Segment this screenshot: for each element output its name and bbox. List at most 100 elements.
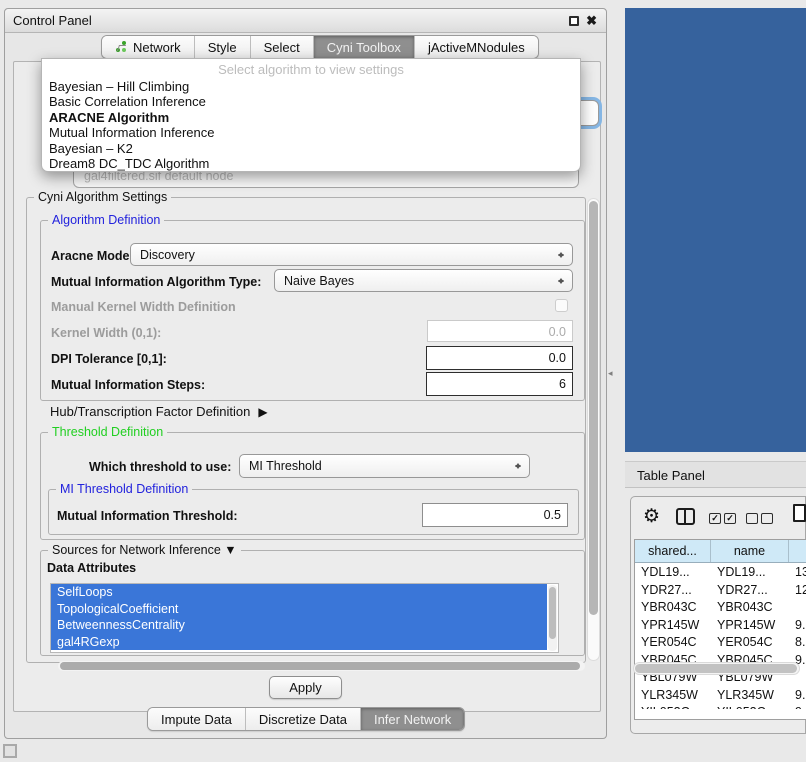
dpi-tolerance-field[interactable]: 0.0 — [426, 346, 573, 370]
column-header[interactable]: name — [711, 540, 789, 562]
unchecked-checkbox-icon[interactable] — [746, 513, 758, 524]
table-row[interactable]: YPR145WYPR145W9. — [635, 616, 806, 634]
control-panel-tab-bar: Network StyleSelectCyni ToolboxjActiveMNo… — [101, 35, 539, 59]
scrollbar-thumb[interactable] — [60, 662, 580, 670]
columns-icon[interactable] — [676, 508, 695, 525]
table-cell: YBR043C — [635, 598, 711, 616]
network-frame: GALGAL80GAL10GAL1GAL11SWI4GAL4GCY1HAP4YH… — [625, 8, 806, 452]
mi-threshold-label: Mutual Information Threshold: — [57, 509, 238, 523]
table-horizontal-scrollbar[interactable] — [633, 662, 800, 675]
threshold-definition-title: Threshold Definition — [48, 425, 167, 439]
document-icon[interactable] — [793, 504, 806, 522]
column-header[interactable]: shared... — [635, 540, 711, 562]
list-scrollbar[interactable] — [548, 585, 557, 651]
manual-kernel-label: Manual Kernel Width Definition — [51, 300, 236, 314]
table-cell: 9. — [789, 686, 806, 704]
control-panel-window: Control Panel ✖ Network StyleSelectCyni T… — [4, 8, 607, 739]
tab-select[interactable]: Select — [251, 36, 314, 58]
table-cell: YIL052C — [635, 703, 711, 709]
close-icon[interactable]: ✖ — [586, 13, 597, 29]
algorithm-option-mutual-information-inference[interactable]: Mutual Information Inference — [42, 125, 580, 140]
table-cell: 9 — [789, 703, 806, 709]
table-cell: YER054C — [711, 633, 789, 651]
table-cell: YER054C — [635, 633, 711, 651]
network-icon — [115, 41, 127, 53]
sources-title[interactable]: Sources for Network Inference ▼ — [48, 543, 241, 557]
mi-threshold-field[interactable]: 0.5 — [422, 503, 568, 527]
bottom-tab-bar: Impute DataDiscretize DataInfer Network — [147, 707, 465, 731]
settings-horizontal-scrollbar[interactable] — [58, 661, 585, 671]
kernel-width-label: Kernel Width (0,1): — [51, 326, 161, 340]
table-cell: YDR27... — [635, 581, 711, 599]
list-item[interactable]: TopologicalCoefficient — [51, 601, 547, 618]
table-panel-titlebar: Table Panel — [625, 461, 806, 488]
table-row[interactable]: YDR27...YDR27...12 — [635, 581, 806, 599]
aracne-mode-value: Discovery — [140, 248, 195, 262]
checked-checkbox-icon[interactable]: ✓ — [709, 513, 721, 524]
table-header-row: shared...name — [635, 540, 806, 563]
unchecked-checkbox-icon[interactable] — [761, 513, 773, 524]
mi-steps-field[interactable]: 6 — [426, 372, 573, 396]
manual-kernel-checkbox[interactable] — [555, 299, 568, 312]
table-row[interactable]: YLR345WYLR345W9. — [635, 686, 806, 704]
sources-group: Sources for Network Inference ▼ Data Att… — [40, 550, 585, 656]
list-item[interactable]: BetweennessCentrality — [51, 617, 547, 634]
table-row[interactable]: YIL052CYIL052C9 — [635, 703, 806, 709]
apply-button[interactable]: Apply — [269, 676, 342, 699]
data-attributes-list[interactable]: SelfLoopsTopologicalCoefficientBetweenne… — [50, 583, 559, 653]
aracne-mode-label: Aracne Mode: — [51, 249, 134, 263]
scrollbar-thumb[interactable] — [549, 587, 556, 639]
table-cell — [789, 598, 806, 616]
panel-title: Control Panel — [13, 13, 92, 28]
column-header[interactable] — [789, 540, 806, 562]
tab-jactivemnodules[interactable]: jActiveMNodules — [415, 36, 538, 58]
which-threshold-combobox[interactable]: MI Threshold — [239, 454, 530, 478]
stepper-arrows-icon — [557, 248, 565, 262]
tab-label: Network — [133, 40, 181, 55]
tab-cyni-toolbox[interactable]: Cyni Toolbox — [314, 36, 415, 58]
algorithm-option-dream8-dc-tdc-algorithm[interactable]: Dream8 DC_TDC Algorithm — [42, 156, 580, 171]
tab-infer-network[interactable]: Infer Network — [361, 708, 464, 730]
algorithm-option-bayesian-hill-climbing[interactable]: Bayesian – Hill Climbing — [42, 79, 580, 94]
mi-steps-label: Mutual Information Steps: — [51, 378, 205, 392]
table-toolbar: ⚙ ✓ ✓ — [631, 497, 805, 538]
float-window-icon[interactable] — [569, 16, 579, 26]
list-item[interactable]: SelfLoops — [51, 584, 547, 601]
tab-discretize-data[interactable]: Discretize Data — [246, 708, 361, 730]
mi-type-combobox[interactable]: Naive Bayes — [274, 269, 573, 292]
table-row[interactable]: YDL19...YDL19...13 — [635, 563, 806, 581]
settings-vertical-scrollbar[interactable] — [587, 198, 600, 661]
algorithm-option-aracne-algorithm[interactable]: ARACNE Algorithm — [42, 110, 580, 125]
aracne-mode-combobox[interactable]: Discovery — [130, 243, 573, 266]
stepper-arrows-icon — [514, 459, 522, 473]
table-cell: 12 — [789, 581, 806, 599]
gear-icon[interactable]: ⚙ — [643, 505, 660, 528]
algorithm-dropdown-popup: Select algorithm to view settings Bayesi… — [41, 58, 581, 172]
algorithm-option-basic-correlation-inference[interactable]: Basic Correlation Inference — [42, 94, 580, 109]
scrollbar-thumb[interactable] — [635, 664, 797, 673]
checked-checkbox-icon[interactable]: ✓ — [724, 513, 736, 524]
tab-impute-data[interactable]: Impute Data — [148, 708, 246, 730]
kernel-width-field[interactable]: 0.0 — [427, 320, 573, 342]
table-cell: YPR145W — [711, 616, 789, 634]
algorithm-definition-title: Algorithm Definition — [48, 213, 164, 227]
scrollbar-thumb[interactable] — [589, 201, 598, 615]
algorithm-definition-group: Algorithm Definition Aracne Mode: Discov… — [40, 220, 585, 401]
tab-network[interactable]: Network — [102, 36, 195, 58]
tab-style[interactable]: Style — [195, 36, 251, 58]
collapsed-panel-icon[interactable] — [3, 744, 17, 758]
threshold-definition-group: Threshold Definition Which threshold to … — [40, 432, 585, 540]
table-cell: YPR145W — [635, 616, 711, 634]
table-cell: YDR27... — [711, 581, 789, 599]
mi-threshold-group: MI Threshold Definition Mutual Informati… — [48, 489, 579, 535]
algorithm-option-bayesian-k2[interactable]: Bayesian – K2 — [42, 141, 580, 156]
table-panel-title: Table Panel — [637, 468, 705, 483]
list-item[interactable]: gal4RGexp — [51, 634, 547, 651]
expander-arrow-icon: ▶ — [258, 405, 267, 419]
data-attributes-label: Data Attributes — [47, 561, 136, 575]
table-row[interactable]: YBR043CYBR043C — [635, 598, 806, 616]
panel-divider-handle-icon[interactable]: ◂ — [608, 368, 613, 379]
hub-definition-label: Hub/Transcription Factor Definition — [50, 404, 250, 419]
hub-definition-expander[interactable]: Hub/Transcription Factor Definition ▶ — [50, 404, 268, 419]
table-row[interactable]: YER054CYER054C8. — [635, 633, 806, 651]
